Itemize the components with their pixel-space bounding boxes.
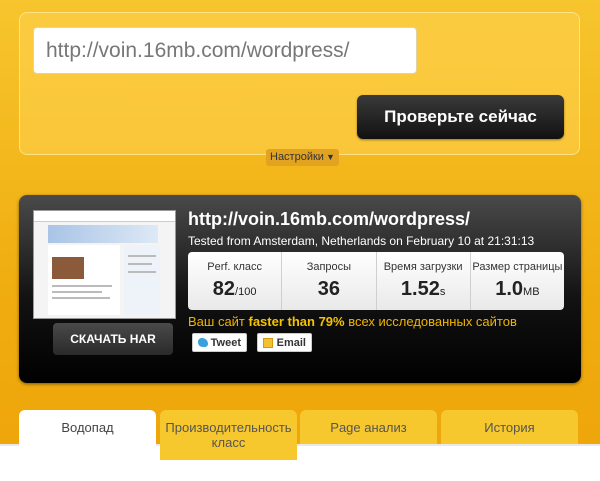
tab-history[interactable]: История xyxy=(441,410,578,444)
stat-requests: Запросы 36 xyxy=(282,252,377,310)
stat-load-time: Время загрузки 1.52s xyxy=(377,252,471,310)
stat-label: Запросы xyxy=(306,261,352,273)
speed-summary: Ваш сайт faster than 79% всех исследован… xyxy=(188,314,517,329)
url-input[interactable] xyxy=(33,27,417,74)
envelope-icon xyxy=(263,337,273,348)
stat-perf-grade: Perf. класс 82/100 xyxy=(188,252,283,310)
email-button[interactable]: Email xyxy=(257,333,312,352)
download-har-button[interactable]: СКАЧАТЬ HAR xyxy=(53,323,173,355)
check-now-button[interactable]: Проверьте сейчас xyxy=(357,95,564,139)
stat-label: Размер страницы xyxy=(472,261,563,273)
tab-page-analysis[interactable]: Page анализ xyxy=(300,410,437,444)
site-thumbnail xyxy=(33,210,176,319)
stat-label: Perf. класс xyxy=(207,261,262,273)
tested-url-link[interactable]: http://voin.16mb.com/wordpress/ xyxy=(188,209,470,230)
stat-value: 82/100 xyxy=(212,278,257,300)
stat-value: 36 xyxy=(317,278,340,300)
stat-value: 1.0MB xyxy=(495,278,540,300)
tab-waterfall[interactable]: Водопад xyxy=(19,410,156,460)
stat-page-size: Размер страницы 1.0MB xyxy=(471,252,564,310)
stats-box: Perf. класс 82/100 Запросы 36 Время загр… xyxy=(188,252,564,310)
settings-toggle[interactable]: Настройки ▼ xyxy=(266,149,339,166)
tweet-button[interactable]: Tweet xyxy=(192,333,247,352)
settings-label: Настройки xyxy=(270,151,324,163)
triangle-down-icon: ▼ xyxy=(325,152,335,162)
twitter-icon xyxy=(198,338,208,347)
tested-info: Tested from Amsterdam, Netherlands on Fe… xyxy=(188,234,535,248)
tab-performance-grade[interactable]: Производительность класс xyxy=(160,410,297,460)
stat-value: 1.52s xyxy=(400,278,446,300)
stat-label: Время загрузки xyxy=(383,261,463,273)
